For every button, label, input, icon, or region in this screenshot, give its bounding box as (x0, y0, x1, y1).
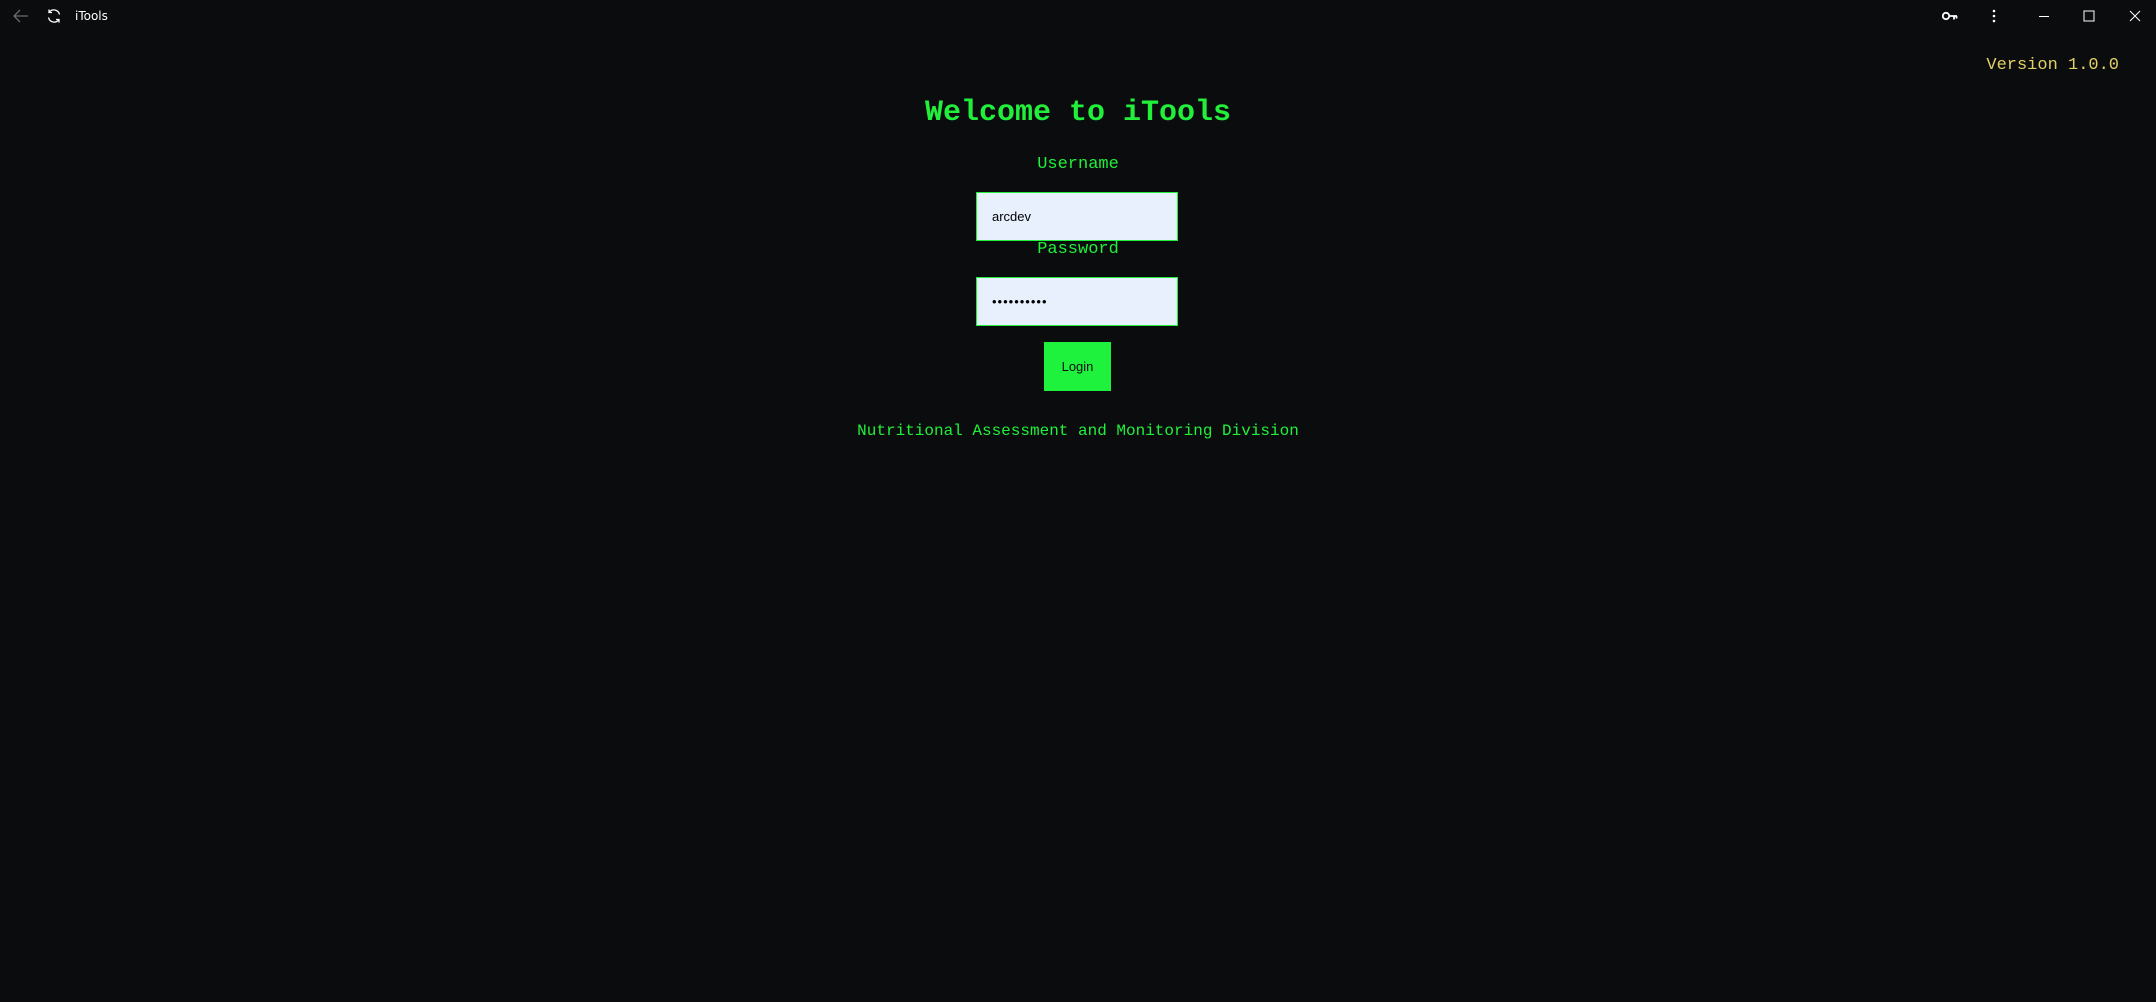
login-button[interactable]: Login (1044, 342, 1111, 391)
minimize-button[interactable] (2030, 4, 2058, 28)
password-input[interactable] (976, 277, 1178, 326)
window-title: iTools (75, 9, 108, 23)
refresh-icon (47, 9, 61, 23)
key-icon (1942, 11, 1958, 21)
division-label: Nutritional Assessment and Monitoring Di… (857, 422, 1299, 440)
refresh-button[interactable] (44, 6, 64, 26)
close-button[interactable] (2121, 4, 2149, 28)
minimize-icon (2039, 16, 2049, 17)
username-label: Username (1037, 155, 1119, 174)
maximize-button[interactable] (2075, 4, 2103, 28)
version-label: Version 1.0.0 (1986, 56, 2119, 75)
title-bar: iTools (0, 0, 2156, 32)
username-input[interactable] (976, 192, 1178, 241)
key-button[interactable] (1936, 4, 1964, 28)
back-button[interactable] (10, 6, 32, 26)
arrow-left-icon (13, 9, 28, 23)
page-title: Welcome to iTools (924, 96, 1232, 130)
more-vertical-icon (1992, 9, 1996, 23)
more-button[interactable] (1980, 4, 2008, 28)
maximize-icon (2083, 10, 2095, 22)
close-icon (2129, 10, 2141, 22)
password-label: Password (1037, 240, 1119, 259)
